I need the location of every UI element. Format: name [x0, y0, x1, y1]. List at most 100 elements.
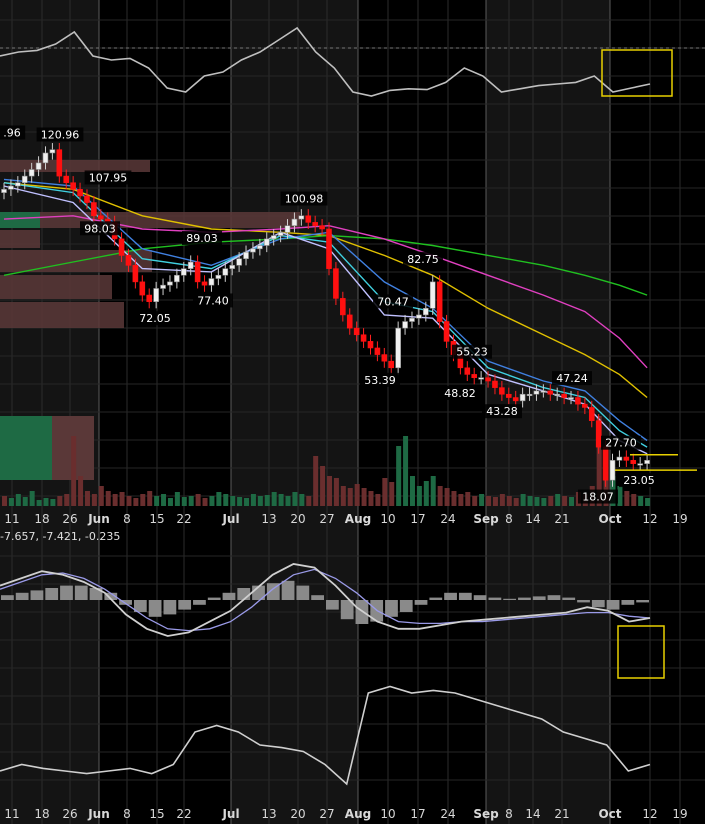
volume-bar: [126, 496, 132, 506]
candle-body: [1, 189, 7, 193]
candle-body: [257, 245, 263, 250]
candle-body: [270, 235, 277, 240]
volume-bar: [112, 494, 118, 506]
price-label: 72.05: [135, 311, 175, 326]
axis-tick-label: 11: [4, 807, 19, 821]
candle-body: [201, 281, 208, 286]
volume-bar: [91, 494, 97, 506]
candle-body: [91, 202, 97, 217]
candle-body: [8, 185, 14, 190]
macd-histogram-bar: [74, 585, 88, 600]
volume-bar: [22, 497, 28, 506]
macd-histogram-bar: [237, 588, 251, 600]
price-label: 89.03: [182, 231, 222, 246]
candle-body: [187, 261, 194, 269]
axis-tick-label: 12: [642, 512, 657, 526]
axis-tick-label: 18: [34, 807, 49, 821]
candle-body: [284, 225, 291, 233]
volume-bar: [562, 496, 568, 506]
macd-histogram-bar: [606, 600, 620, 610]
price-label: 55.23: [452, 344, 492, 359]
candle-body: [319, 225, 325, 230]
candle-body: [533, 390, 540, 395]
macd-histogram-bar: [532, 596, 546, 600]
candle-body: [526, 393, 533, 397]
volume-bar: [423, 481, 429, 506]
volume-bar: [167, 498, 173, 506]
candle-body: [436, 281, 443, 322]
volume-bar: [250, 494, 256, 506]
macd-histogram-bar: [60, 585, 73, 600]
volume-bar: [320, 466, 326, 506]
candle-body: [367, 341, 374, 349]
price-label-text: 53.39: [364, 374, 396, 387]
volume-bar: [555, 494, 561, 506]
price-label: 18.07: [578, 489, 618, 504]
volume-bar: [195, 494, 201, 506]
volume-bar: [105, 491, 111, 506]
candle-body: [35, 162, 42, 170]
axis-tick-label: 24: [440, 512, 455, 526]
candle-body: [28, 169, 35, 177]
volume-bar: [57, 496, 63, 506]
candle-body: [63, 175, 70, 184]
candle-body: [547, 390, 554, 395]
price-label-text: 47.24: [556, 372, 588, 385]
macd-histogram-bar: [222, 592, 236, 600]
candle-body: [125, 255, 132, 266]
candle-body: [139, 281, 146, 296]
volume-profile-bar: [0, 302, 124, 328]
macd-histogram-bar: [178, 600, 192, 610]
price-label-text: 77.40: [197, 294, 229, 307]
axis-tick-label: 13: [261, 512, 276, 526]
volume-bar: [396, 446, 402, 506]
macd-histogram-bar: [1, 595, 14, 600]
axis-tick-label: 8: [505, 807, 513, 821]
price-label: 53.39: [360, 372, 400, 387]
volume-bar: [444, 488, 450, 506]
candle-body: [326, 228, 332, 269]
axis-tick-label: 21: [554, 807, 569, 821]
price-label: 77.40: [193, 293, 233, 308]
stock-chart: .96 120.96 107.95 98.03 89.03 72.05 77.40 100.9…: [0, 0, 705, 824]
axis-tick-label: 8: [123, 807, 131, 821]
axis-tick-label: 15: [149, 807, 164, 821]
macd-histogram-bar: [45, 588, 59, 600]
candle-body: [360, 334, 367, 342]
candle-body: [353, 327, 360, 336]
axis-tick-label: 8: [505, 512, 513, 526]
macd-histogram-bar: [30, 590, 44, 600]
candle-body: [42, 152, 49, 164]
candle-body: [291, 218, 298, 226]
volume-profile-bar: [0, 275, 112, 299]
axis-tick-label: 20: [290, 807, 305, 821]
volume-bar: [416, 486, 422, 506]
volume-bar: [119, 492, 125, 506]
volume-bar: [154, 496, 160, 506]
axis-tick-label: 17: [410, 807, 425, 821]
volume-bar: [299, 494, 305, 506]
volume-bar: [84, 491, 90, 506]
candle-body: [630, 460, 637, 464]
volume-bar: [347, 488, 353, 506]
price-label-text: 72.05: [139, 312, 171, 325]
axis-tick-label: Jul: [221, 807, 239, 821]
candle-body: [568, 397, 574, 400]
axis-tick-label: 18: [34, 512, 49, 526]
candle-body: [118, 238, 125, 256]
candle-body: [423, 308, 429, 316]
axis-tick-label: Sep: [473, 512, 499, 526]
volume-bar: [216, 492, 222, 506]
axis-tick-label: 26: [62, 807, 77, 821]
candle-body: [443, 321, 450, 342]
candle-body: [277, 231, 284, 236]
candle-body: [215, 274, 222, 279]
candle-body: [429, 281, 436, 309]
axis-tick-label: 10: [380, 512, 395, 526]
candle-body: [333, 268, 339, 299]
macd-histogram-bar: [503, 598, 517, 600]
macd-histogram-bar: [399, 600, 413, 612]
candle-body: [84, 195, 90, 203]
volume-bar: [78, 476, 84, 506]
volume-bar: [451, 491, 457, 506]
